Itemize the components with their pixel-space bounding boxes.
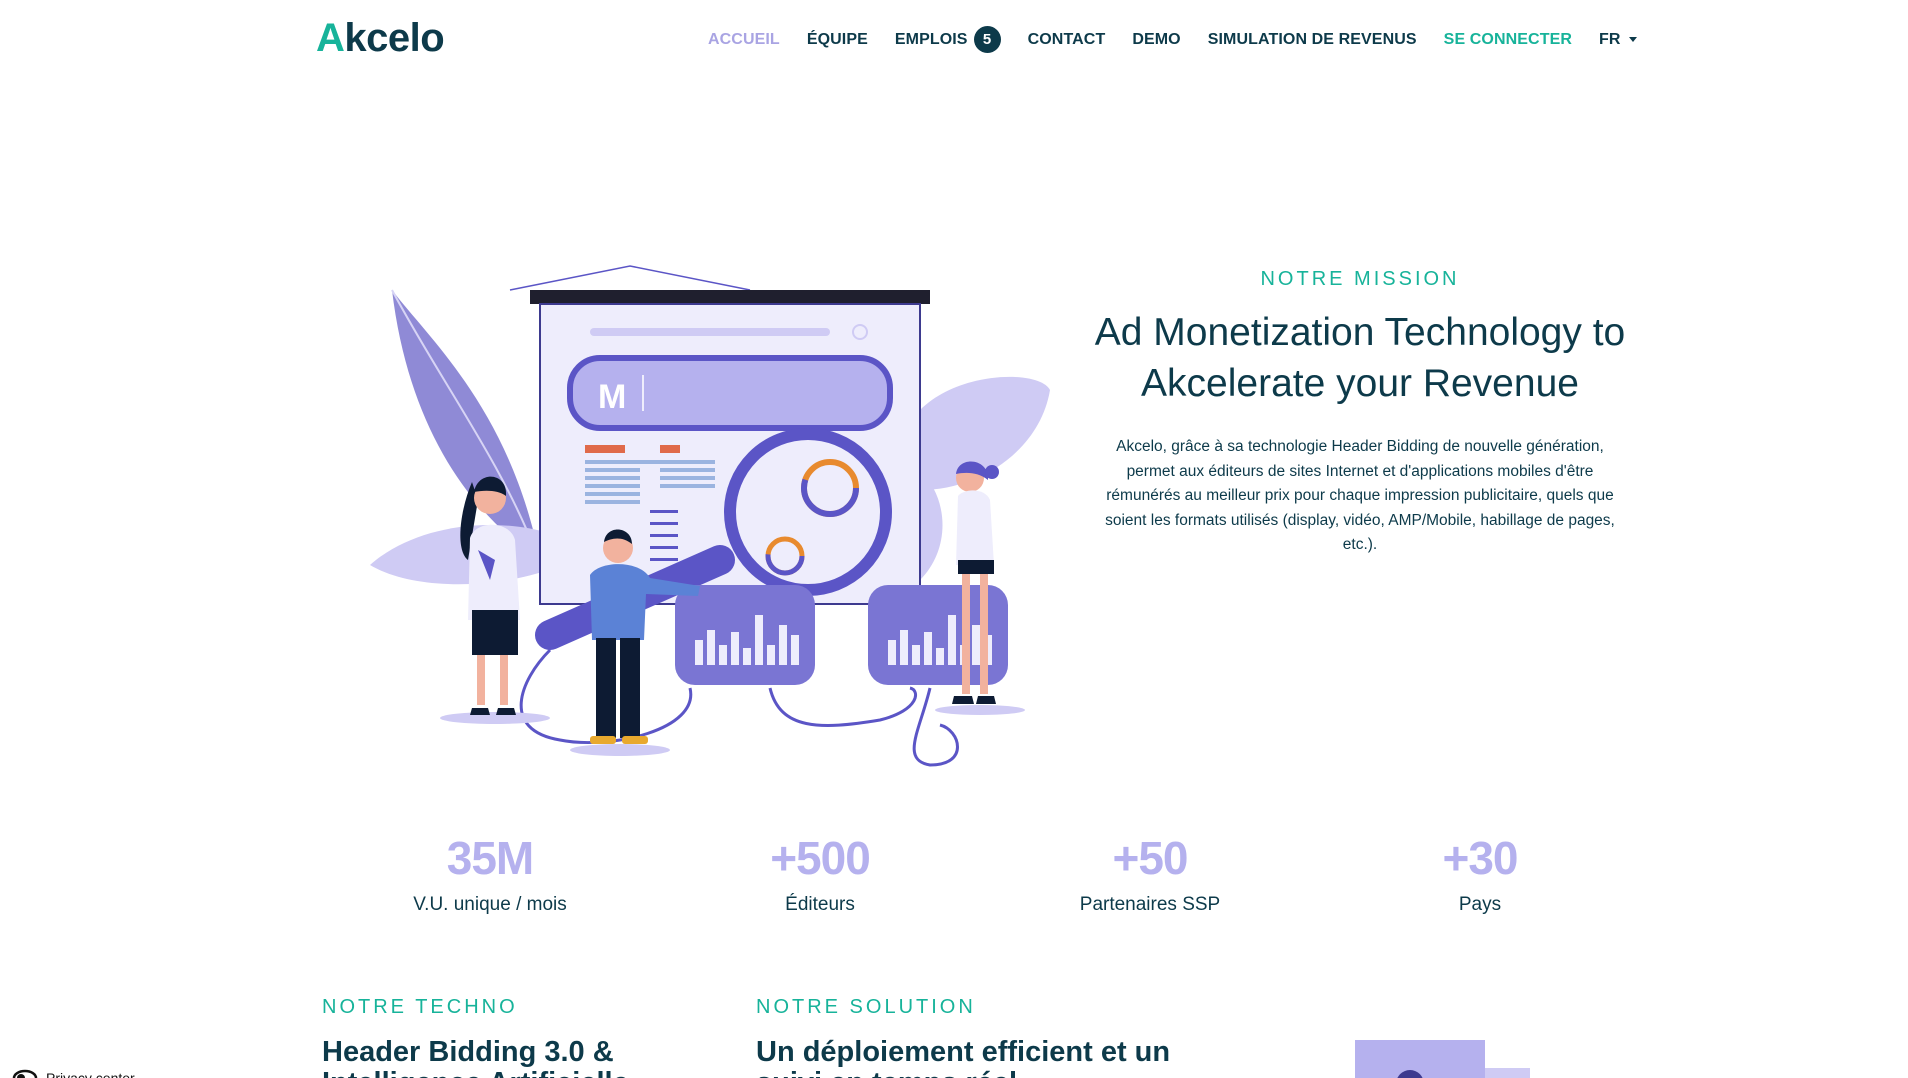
stat-value: +30 [1442, 832, 1518, 884]
nav-equipe[interactable]: ÉQUIPE [807, 31, 868, 49]
stat-label: V.U. unique / mois [413, 894, 567, 915]
stat-publishers: +500 Éditeurs [670, 830, 970, 916]
stat-value: 35M [446, 832, 534, 884]
solution-title: Un déploiement efficient et un suivi en … [756, 1036, 1171, 1078]
privacy-center-button[interactable]: Privacy center [12, 1066, 135, 1078]
hero-title: Ad Monetization Technology to Akcelerate… [1094, 311, 1626, 405]
site-header: Akcelo ACCUEIL ÉQUIPE EMPLOIS 5 CONTACT … [0, 0, 1908, 76]
nav-emplois[interactable]: EMPLOIS 5 [895, 26, 1001, 53]
nav-login[interactable]: SE CONNECTER [1444, 31, 1572, 49]
stat-label: Éditeurs [785, 894, 855, 915]
techno-eyebrow: NOTRE TECHNO [322, 996, 518, 1018]
jobs-count-badge: 5 [973, 26, 1001, 53]
nav-demo[interactable]: DEMO [1132, 31, 1180, 49]
nav-accueil[interactable]: ACCUEIL [708, 31, 780, 49]
hero-illustration: M [370, 265, 1050, 767]
nav-simulation[interactable]: SIMULATION DE REVENUS [1208, 31, 1417, 49]
stat-countries: +30 Pays [1330, 830, 1630, 916]
stat-value: +500 [770, 832, 871, 884]
privacy-center-label: Privacy center [46, 1070, 135, 1078]
akcelo-logo[interactable]: Akcelo [316, 16, 445, 61]
techno-title: Header Bidding 3.0 & Intelligence Artifi… [322, 1036, 629, 1078]
stats-row: 35M V.U. unique / mois +500 Éditeurs +50… [320, 830, 1640, 930]
solution-eyebrow: NOTRE SOLUTION [756, 996, 976, 1018]
stat-visitors: 35M V.U. unique / mois [340, 830, 640, 916]
stat-label: Pays [1458, 894, 1502, 915]
mission-block: NOTRE MISSION Ad Monetization Technology… [1080, 268, 1640, 558]
solution-illustration [1355, 1040, 1530, 1078]
hero-description: Akcelo, grâce à sa technologie Header Bi… [1105, 438, 1615, 553]
stat-label: Partenaires SSP [1079, 894, 1221, 915]
illustration-letter: M [598, 378, 626, 416]
nav-contact[interactable]: CONTACT [1028, 31, 1106, 49]
privacy-eye-icon [12, 1069, 38, 1078]
nav-emplois-label: EMPLOIS [894, 30, 968, 48]
section-solution: NOTRE SOLUTION Un déploiement efficient … [756, 996, 1196, 1078]
stat-value: +50 [1112, 832, 1188, 884]
section-techno: NOTRE TECHNO Header Bidding 3.0 & Intell… [322, 996, 682, 1078]
caret-down-icon [1628, 37, 1637, 42]
language-selector[interactable]: FR [1599, 31, 1637, 49]
mission-eyebrow: NOTRE MISSION [1260, 268, 1460, 290]
stat-ssp-partners: +50 Partenaires SSP [1000, 830, 1300, 916]
main-nav: ACCUEIL ÉQUIPE EMPLOIS 5 CONTACT DEMO SI… [708, 26, 1664, 53]
language-label: FR [1599, 30, 1621, 48]
